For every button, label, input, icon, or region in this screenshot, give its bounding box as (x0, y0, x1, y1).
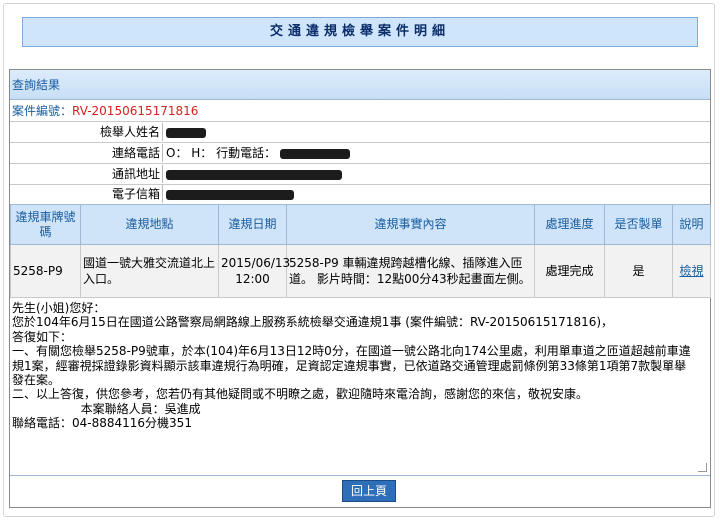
back-button[interactable]: 回上頁 (342, 480, 396, 502)
divider (10, 121, 710, 122)
cell-fact: 5258-P9 車輛違規跨越槽化線、插隊進入匝道。 影片時間：12點00分43秒… (286, 244, 535, 298)
case-number-label: 案件編號： (12, 104, 73, 118)
case-number-value: RV-20150615171816 (72, 104, 199, 118)
header-location: 違規地點 (80, 204, 219, 245)
footer-bar: 回上頁 (10, 476, 710, 507)
divider (10, 142, 710, 143)
redacted-mark (166, 189, 294, 200)
reporter-name-value (166, 123, 206, 141)
address-value (166, 165, 342, 183)
redacted-mark (166, 169, 342, 180)
email-label: 電子信箱 (111, 187, 160, 201)
phone-label: 連絡電話 (111, 146, 160, 160)
cell-plate: 5258-P9 (10, 244, 81, 298)
reply-area: 先生(小姐)您好： 您於104年6月15日在國道公路警察局網路線上服務系統檢舉交… (10, 298, 710, 476)
divider (162, 165, 163, 183)
panel-title: 查詢結果 (10, 70, 710, 100)
address-label: 通訊地址 (111, 167, 160, 181)
table-header-row: 違規車牌號碼 違規地點 違規日期 違規事實內容 處理進度 是否製單 說明 (10, 204, 711, 245)
violation-table: 違規車牌號碼 違規地點 違規日期 違規事實內容 處理進度 是否製單 說明 525… (10, 204, 711, 298)
header-detail: 說明 (672, 204, 711, 245)
divider (10, 163, 710, 164)
header-fact: 違規事實內容 (286, 204, 535, 245)
cell-date: 2015/06/13 12:00 (218, 244, 290, 298)
cell-ticketed: 是 (604, 244, 673, 298)
phone-text: O： H： 行動電話： (166, 146, 277, 160)
case-number-row: 案件編號：RV-20150615171816 (10, 101, 198, 121)
header-ticketed: 是否製單 (604, 204, 673, 245)
view-detail-link[interactable]: 檢視 (679, 264, 703, 278)
divider (162, 185, 163, 203)
result-panel: 查詢結果 案件編號：RV-20150615171816 檢舉人姓名 連絡電話 O… (9, 69, 711, 508)
divider (162, 123, 163, 141)
reply-textarea[interactable]: 先生(小姐)您好： 您於104年6月15日在國道公路警察局網路線上服務系統檢舉交… (12, 301, 698, 471)
header-date: 違規日期 (218, 204, 287, 245)
header-plate: 違規車牌號碼 (10, 204, 81, 245)
header-status: 處理進度 (534, 204, 605, 245)
phone-value: O： H： 行動電話： (166, 144, 350, 162)
cell-location: 國道一號大雅交流道北上入口。 (80, 244, 219, 298)
cell-status: 處理完成 (534, 244, 605, 298)
redacted-mark (279, 148, 350, 159)
divider (162, 144, 163, 162)
reporter-name-label: 檢舉人姓名 (99, 125, 160, 139)
page-title: 交通違規檢舉案件明細 (22, 17, 698, 47)
email-value (166, 185, 294, 203)
resize-grip-icon[interactable] (698, 463, 707, 472)
cell-detail: 檢視 (672, 244, 711, 298)
redacted-mark (166, 127, 206, 138)
table-row: 5258-P9 國道一號大雅交流道北上入口。 2015/06/13 12:00 … (10, 244, 711, 298)
